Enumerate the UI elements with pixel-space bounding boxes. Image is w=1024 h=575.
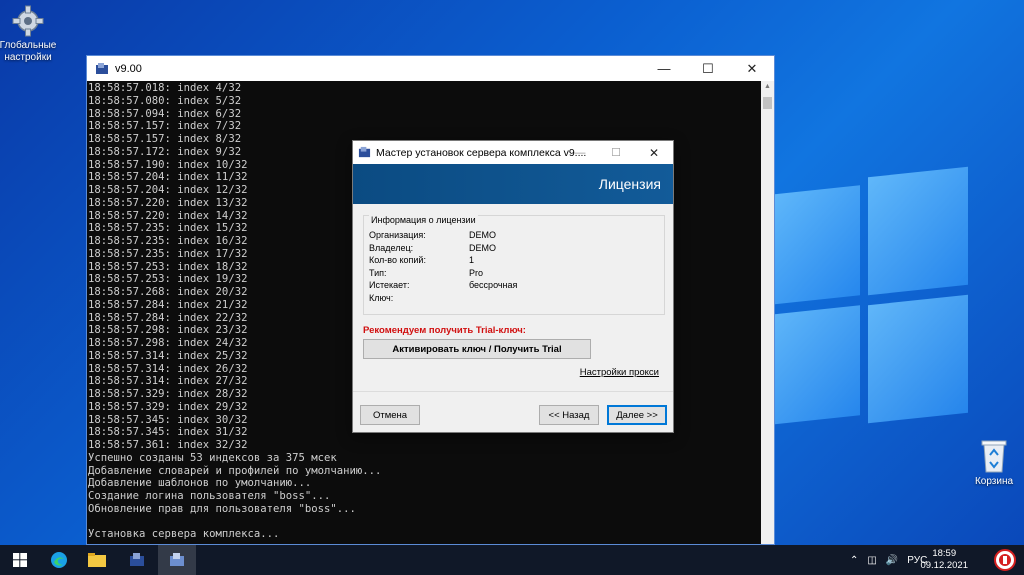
trial-recommendation: Рекомендуем получить Trial-ключ: <box>363 325 526 336</box>
chevron-up-icon[interactable]: ⌃ <box>850 555 858 566</box>
taskbar: ⌃ ◫ 🔊 РУС 18:59 09.12.2021 <box>0 545 1024 575</box>
close-icon: ✕ <box>746 60 758 76</box>
console-line: Обновление прав для пользователя "boss".… <box>88 502 356 515</box>
console-line: 18:58:57.080: index 5/32 <box>88 94 242 107</box>
volume-icon[interactable]: 🔊 <box>886 555 898 566</box>
minimize-icon: — <box>574 146 586 159</box>
license-info-group: Информация о лицензии Организация: DEMO … <box>363 215 665 315</box>
field-value: DEMO <box>469 230 496 240</box>
taskbar-explorer[interactable] <box>78 545 116 575</box>
field-expires: Истекает: бессрочная <box>369 280 517 290</box>
scroll-up-icon[interactable]: ▲ <box>761 83 774 90</box>
folder-icon <box>88 553 106 567</box>
desktop-icon-global-settings[interactable]: Глобальные настройки <box>0 4 60 64</box>
cancel-button[interactable]: Отмена <box>360 405 420 425</box>
windows-start-icon <box>13 553 27 567</box>
desktop-icon-label: Корзина <box>974 476 1014 487</box>
maximize-icon: ☐ <box>702 60 714 76</box>
clock-date: 09.12.2021 <box>920 560 968 571</box>
field-value: Pro <box>469 267 484 278</box>
field-value: DEMO <box>469 242 496 253</box>
clock[interactable]: 18:59 09.12.2021 <box>920 548 968 572</box>
console-line: 18:58:57.018: index 4/32 <box>88 82 242 94</box>
notification-avatar-icon <box>994 549 1016 571</box>
network-icon[interactable]: ◫ <box>867 555 876 566</box>
app-icon <box>130 553 144 566</box>
taskbar-app-2[interactable] <box>158 545 196 575</box>
taskbar-app-1[interactable] <box>118 545 156 575</box>
console-line: Успешно созданы 53 индексов за 375 мсек <box>88 451 337 464</box>
proxy-settings-link[interactable]: Настройки прокси <box>580 367 659 378</box>
close-button[interactable]: ✕ <box>730 56 774 81</box>
desktop-icon-label: настройки <box>4 52 52 63</box>
console-line: 18:58:57.157: index 7/32 <box>88 120 242 133</box>
field-label: Кол-во копий: <box>369 255 426 265</box>
console-line: Создание логина пользователя "boss"... <box>88 490 331 502</box>
desktop-icon-recycle-bin[interactable]: Корзина <box>962 438 1024 488</box>
console-line: 18:58:57.094: index 6/32 <box>88 107 242 120</box>
minimize-button[interactable]: — <box>642 56 686 81</box>
notification-button[interactable] <box>986 545 1024 575</box>
back-button[interactable]: << Назад <box>539 405 599 425</box>
console-line: Добавление шаблонов по умолчанию... <box>88 477 312 490</box>
gear-icon <box>12 5 44 37</box>
next-button[interactable]: Далее >> <box>607 405 667 425</box>
app-icon <box>96 62 108 74</box>
field-key: Ключ: <box>369 293 393 303</box>
system-tray: ⌃ ◫ 🔊 РУС <box>850 545 927 575</box>
field-owner: Владелец: DEMO <box>369 242 496 253</box>
wizard-minimize-button[interactable]: — <box>563 141 597 164</box>
recycle-bin-icon <box>981 440 1007 473</box>
desktop-icon-label: Глобальные <box>0 40 57 51</box>
field-value: бессрочная <box>469 280 518 290</box>
wizard-titlebar[interactable]: Мастер установок сервера комплекса v9...… <box>353 141 673 164</box>
console-line: Установка сервера комплекса... <box>88 528 280 541</box>
minimize-icon: — <box>657 61 671 76</box>
field-value: 1 <box>469 255 475 265</box>
maximize-button[interactable]: ☐ <box>686 56 730 81</box>
install-wizard-dialog[interactable]: Мастер установок сервера комплекса v9...… <box>352 140 674 433</box>
console-titlebar[interactable]: v9.00 — ☐ ✕ <box>87 56 774 81</box>
maximize-icon: ☐ <box>611 147 621 159</box>
field-type: Тип: Pro <box>369 267 483 278</box>
field-label: Организация: <box>369 230 426 240</box>
field-label: Ключ: <box>369 292 394 303</box>
wizard-maximize-button[interactable]: ☐ <box>599 141 633 164</box>
field-label: Тип: <box>369 267 387 278</box>
wizard-close-button[interactable]: ✕ <box>635 141 673 164</box>
wizard-title: Мастер установок сервера комплекса v9...… <box>376 146 587 159</box>
console-scrollbar[interactable]: ▲ <box>761 81 774 544</box>
app-icon <box>170 553 184 566</box>
app-icon <box>358 146 371 158</box>
group-legend: Информация о лицензии <box>369 215 478 225</box>
divider <box>353 391 673 392</box>
edge-browser-icon <box>51 552 67 568</box>
field-label: Истекает: <box>369 280 410 290</box>
console-title: v9.00 <box>115 62 142 75</box>
wizard-banner: Лицензия <box>353 164 673 204</box>
scrollbar-thumb[interactable] <box>763 97 772 109</box>
console-line: Добавление словарей и профилей по умолча… <box>88 464 382 477</box>
taskbar-edge[interactable] <box>40 545 78 575</box>
console-line: 18:58:57.361: index 32/32 <box>88 439 248 451</box>
close-icon: ✕ <box>648 145 660 160</box>
field-copies: Кол-во копий: 1 <box>369 255 474 265</box>
activate-key-button[interactable]: Активировать ключ / Получить Trial <box>363 339 591 359</box>
field-organization: Организация: DEMO <box>369 230 496 240</box>
field-label: Владелец: <box>369 242 414 253</box>
clock-time: 18:59 <box>932 548 957 559</box>
start-button[interactable] <box>0 545 40 575</box>
